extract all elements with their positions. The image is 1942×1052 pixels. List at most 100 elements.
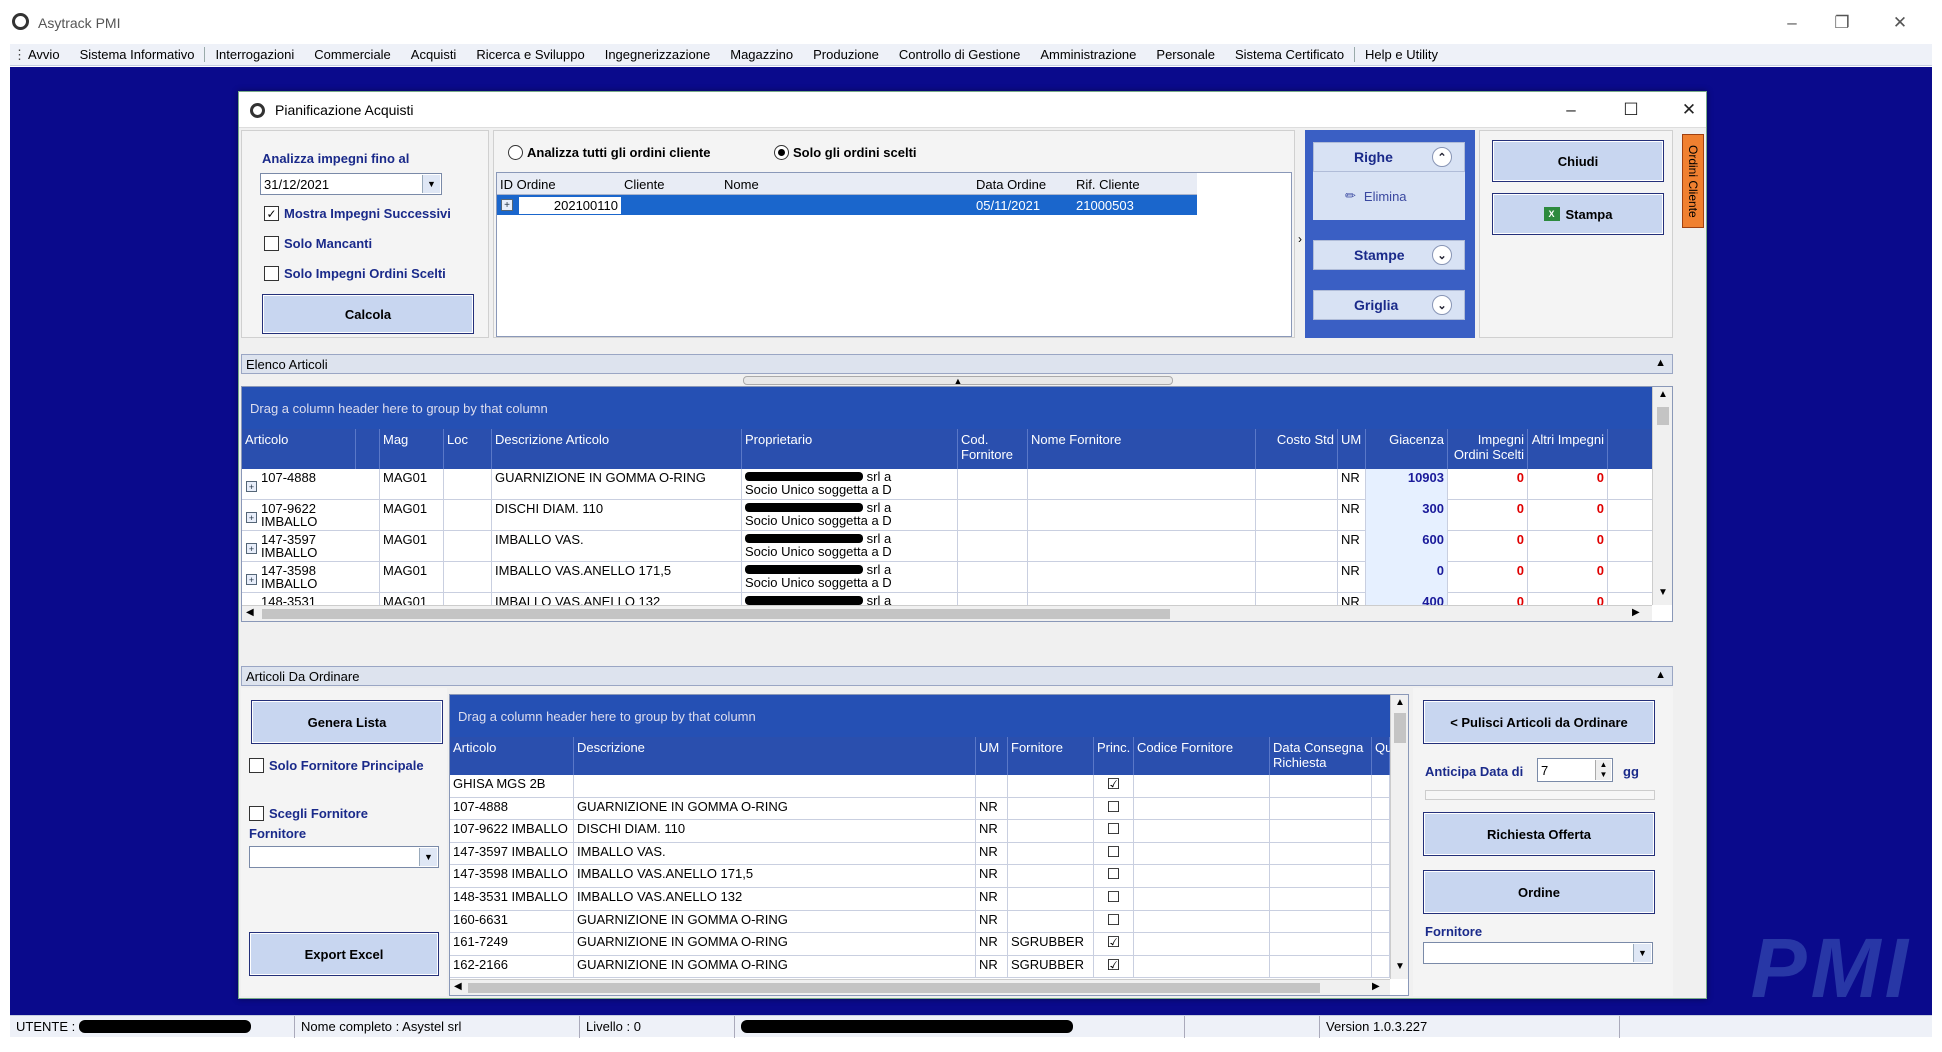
col-qu[interactable]: Qu	[1372, 737, 1392, 775]
col-loc[interactable]: Loc	[444, 429, 492, 469]
princ-checkbox-icon[interactable]: ☑	[1094, 775, 1134, 797]
col-codice-fornitore[interactable]: Codice Fornitore	[1134, 737, 1270, 775]
col-um[interactable]: UM	[976, 737, 1008, 775]
dialog-close-icon[interactable]: ✕	[1669, 98, 1709, 122]
pulisci-articoli-button[interactable]: < Pulisci Articoli da Ordinare	[1423, 700, 1655, 744]
splitter-handle[interactable]: ▲	[743, 376, 1173, 386]
chevron-up-icon[interactable]: ⌃	[1432, 147, 1452, 167]
col-impegni-scelti[interactable]: Impegni Ordini Scelti	[1448, 429, 1528, 469]
radio-all-orders[interactable]: Analizza tutti gli ordini cliente	[508, 145, 710, 160]
stampa-button[interactable]: X Stampa	[1492, 193, 1664, 235]
col-descrizione-articolo[interactable]: Descrizione Articolo	[492, 429, 742, 469]
menu-personale[interactable]: Personale	[1146, 47, 1225, 62]
righe-button[interactable]: Righe ⌃	[1313, 142, 1465, 172]
chiudi-button[interactable]: Chiudi	[1492, 140, 1664, 182]
menu-controllo-gestione[interactable]: Controllo di Gestione	[889, 47, 1030, 62]
menu-amministrazione[interactable]: Amministrazione	[1030, 47, 1146, 62]
hscroll-thumb[interactable]	[262, 609, 1170, 619]
list-item[interactable]: GHISA MGS 2B ☑	[450, 775, 1390, 798]
list-item[interactable]: 161-7249 GUARNIZIONE IN GOMMA O-RING NR SGR…	[450, 933, 1390, 956]
chevron-down-icon[interactable]: ⌄	[1432, 245, 1452, 265]
group-by-area[interactable]: Drag a column header here to group by th…	[242, 387, 1652, 429]
scroll-right-icon[interactable]: ▶	[1372, 981, 1380, 992]
col-costo-std[interactable]: Costo Std	[1256, 429, 1338, 469]
scroll-down-icon[interactable]: ▼	[1395, 961, 1405, 972]
minimize-icon[interactable]: –	[1772, 10, 1812, 36]
pin-icon[interactable]: ▲	[1655, 669, 1666, 681]
col-articolo[interactable]: Articolo	[242, 429, 356, 469]
panel-collapse-icon[interactable]: ›	[1298, 232, 1302, 246]
table-row[interactable]: +107-4888 MAG01 GUARNIZIONE IN GOMMA O-RIN…	[242, 469, 1652, 500]
chevron-down-icon[interactable]: ▼	[422, 175, 440, 193]
scroll-thumb[interactable]	[1657, 407, 1669, 425]
elenco-vscroll[interactable]: ▲ ▼	[1652, 387, 1672, 605]
col-mag[interactable]: Mag	[380, 429, 444, 469]
ordinare-vscroll[interactable]: ▲ ▼	[1390, 695, 1408, 979]
menu-avvio[interactable]: Avvio	[18, 47, 70, 62]
richiesta-offerta-button[interactable]: Richiesta Offerta	[1423, 812, 1655, 856]
col-descrizione[interactable]: Descrizione	[574, 737, 976, 775]
col-cod-fornitore[interactable]: Cod. Fornitore	[958, 429, 1028, 469]
menu-magazzino[interactable]: Magazzino	[720, 47, 803, 62]
menu-interrogazioni[interactable]: Interrogazioni	[204, 47, 304, 62]
princ-checkbox-icon[interactable]: ☐	[1094, 888, 1134, 910]
princ-checkbox-icon[interactable]: ☑	[1094, 933, 1134, 955]
spinner-arrows-icon[interactable]: ▲ ▼	[1595, 760, 1611, 780]
col-proprietario[interactable]: Proprietario	[742, 429, 958, 469]
menu-ricerca-sviluppo[interactable]: Ricerca e Sviluppo	[466, 47, 594, 62]
menu-help-utility[interactable]: Help e Utility	[1354, 47, 1448, 62]
menu-acquisti[interactable]: Acquisti	[401, 47, 467, 62]
col-data-consegna[interactable]: Data Consegna Richiesta	[1270, 737, 1372, 775]
radio-icon[interactable]	[508, 145, 523, 160]
menu-ingegnerizzazione[interactable]: Ingegnerizzazione	[595, 47, 721, 62]
dialog-maximize-icon[interactable]: ☐	[1611, 98, 1651, 122]
genera-lista-button[interactable]: Genera Lista	[251, 700, 443, 744]
scroll-left-icon[interactable]: ◀	[246, 607, 254, 618]
date-combo[interactable]: 31/12/2021 ▼	[260, 173, 442, 195]
stampe-button[interactable]: Stampe ⌄	[1313, 240, 1465, 270]
col-id-ordine[interactable]: ID Ordine	[497, 176, 621, 193]
col-altri-impegni[interactable]: Altri Impegni	[1528, 429, 1608, 469]
princ-checkbox-icon[interactable]: ☐	[1094, 820, 1134, 842]
expand-icon[interactable]: +	[246, 543, 257, 554]
checkbox-icon[interactable]	[264, 266, 279, 281]
dialog-minimize-icon[interactable]: –	[1551, 98, 1591, 122]
chk-mostra-impegni[interactable]: ✓ Mostra Impegni Successivi	[264, 206, 451, 221]
col-nome-fornitore[interactable]: Nome Fornitore	[1028, 429, 1256, 469]
princ-checkbox-icon[interactable]: ☐	[1094, 865, 1134, 887]
col-articolo[interactable]: Articolo	[450, 737, 574, 775]
menu-produzione[interactable]: Produzione	[803, 47, 889, 62]
table-row[interactable]: +148-3531MAG01IMBALLO VAS.ANELLO 132 srl…	[242, 593, 1652, 605]
scroll-up-icon[interactable]: ▲	[1658, 389, 1668, 400]
table-row[interactable]: +147-3598 IMBALLO MAG01 IMBALLO VAS.ANELLO …	[242, 562, 1652, 593]
radio-selected-icon[interactable]	[774, 145, 789, 160]
list-item[interactable]: 147-3598 IMBALLO IMBALLO VAS.ANELLO 171,5…	[450, 865, 1390, 888]
scroll-down-icon[interactable]: ▼	[1658, 587, 1668, 598]
expand-icon[interactable]: +	[246, 574, 257, 585]
col-blank[interactable]	[356, 429, 380, 469]
col-nome[interactable]: Nome	[721, 176, 973, 193]
anticipa-spinner[interactable]: 7 ▲ ▼	[1537, 758, 1613, 782]
checkbox-icon[interactable]	[249, 806, 264, 821]
table-row[interactable]: +147-3597 IMBALLO MAG01 IMBALLO VAS. srl aS…	[242, 531, 1652, 562]
pin-icon[interactable]: ▲	[1655, 357, 1666, 369]
scroll-right-icon[interactable]: ▶	[1632, 607, 1640, 618]
elenco-hscroll[interactable]: ◀ ▶	[242, 605, 1652, 621]
list-item[interactable]: 107-9622 IMBALLO DISCHI DIAM. 110 NR ☐	[450, 820, 1390, 843]
col-princ[interactable]: Princ.	[1094, 737, 1134, 775]
scroll-left-icon[interactable]: ◀	[454, 981, 462, 992]
list-item[interactable]: 147-3597 IMBALLO IMBALLO VAS. NR ☐	[450, 842, 1390, 866]
princ-checkbox-icon[interactable]: ☐	[1094, 842, 1134, 865]
chevron-down-icon[interactable]: ⌄	[1432, 295, 1452, 315]
chk-solo-impegni[interactable]: Solo Impegni Ordini Scelti	[264, 266, 446, 281]
fornitore-combo-right[interactable]: ▼	[1423, 942, 1653, 964]
col-giacenza[interactable]: Giacenza	[1366, 429, 1448, 469]
export-excel-button[interactable]: Export Excel	[249, 932, 439, 976]
list-item[interactable]: 162-2166 GUARNIZIONE IN GOMMA O-RING NR SGR…	[450, 955, 1390, 979]
expand-icon[interactable]: +	[501, 199, 513, 211]
expand-icon[interactable]: +	[246, 481, 257, 492]
princ-checkbox-icon[interactable]: ☐	[1094, 910, 1134, 933]
chevron-down-icon[interactable]: ▼	[1633, 944, 1651, 962]
scroll-thumb[interactable]	[1394, 713, 1406, 743]
menu-commerciale[interactable]: Commerciale	[304, 47, 401, 62]
